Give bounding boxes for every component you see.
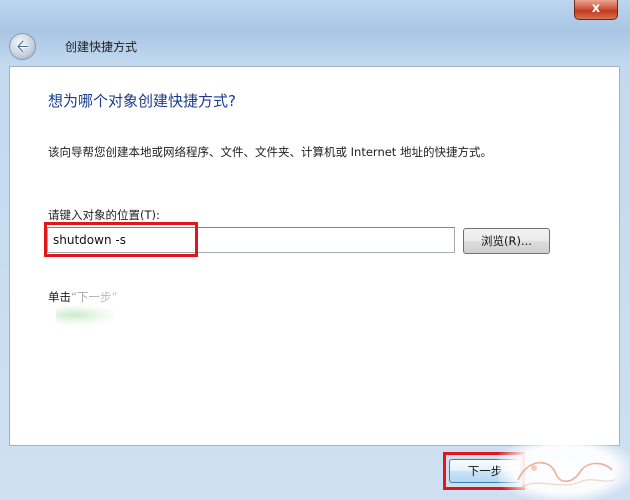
back-arrow-icon [16,39,30,54]
watermark-logo [498,444,630,500]
close-button[interactable]: x [574,0,618,20]
hint-area: 单击“下一步” [48,289,308,337]
window-title: 创建快捷方式 [65,40,138,54]
location-input[interactable] [47,227,455,253]
location-label: 请键入对象的位置(T): [48,208,160,222]
watermark-swirl-icon [517,461,615,487]
wizard-heading: 想为哪个对象创建快捷方式? [48,92,236,110]
back-button[interactable] [9,33,36,60]
wizard-content: 想为哪个对象创建快捷方式? 该向导帮您创建本地或网络程序、文件、文件夹、计算机或… [9,66,620,446]
blurred-smudge [56,305,116,325]
create-shortcut-window: x 创建快捷方式 想为哪个对象创建快捷方式? 该向导帮您创建本地或网络程序、文件… [0,0,630,500]
wizard-description: 该向导帮您创建本地或网络程序、文件、文件夹、计算机或 Internet 地址的快… [48,145,492,159]
close-icon: x [591,1,601,16]
browse-button[interactable]: 浏览(R)... [463,228,550,254]
